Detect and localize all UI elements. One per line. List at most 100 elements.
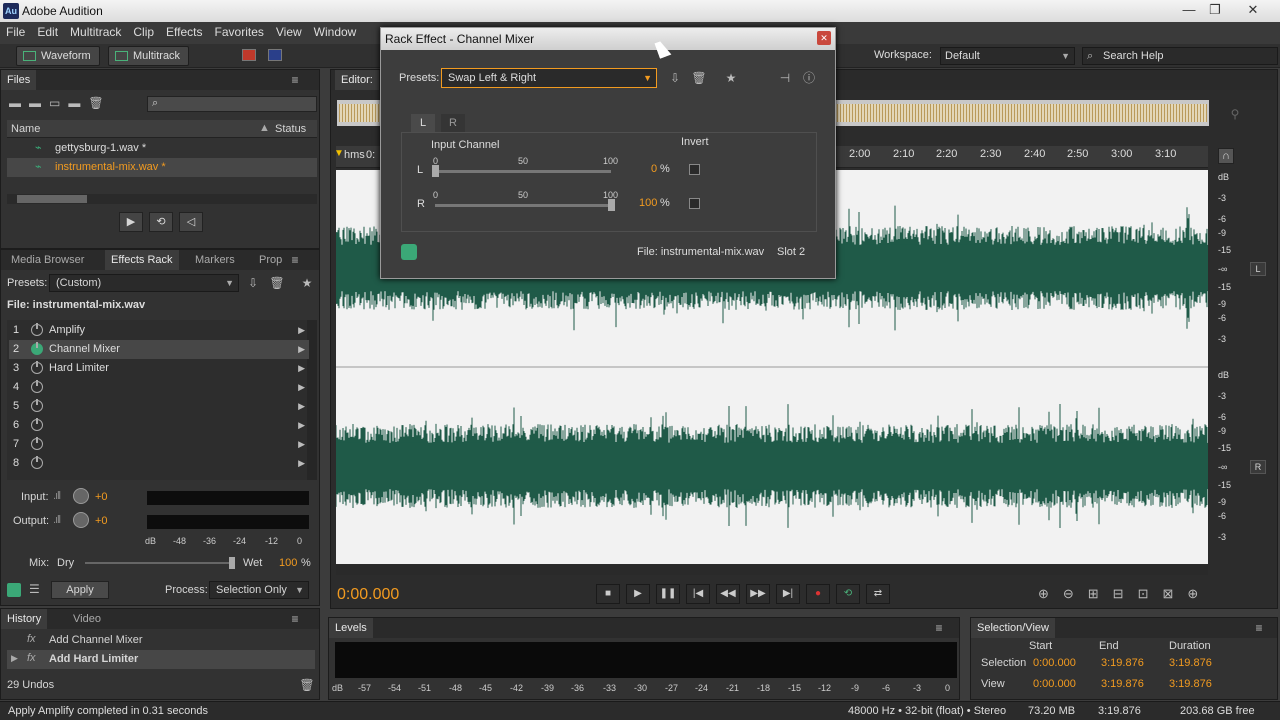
- files-search-input[interactable]: ⌕: [147, 96, 317, 112]
- menu-effects[interactable]: Effects: [160, 22, 208, 42]
- delete-preset-icon[interactable]: 🗑: [269, 275, 285, 291]
- output-knob[interactable]: [73, 512, 89, 528]
- tab-selection-view[interactable]: Selection/View: [971, 618, 1055, 638]
- effect-slot-1[interactable]: 1 Amplify ▶: [9, 321, 309, 340]
- slider-r-track[interactable]: [435, 199, 615, 211]
- chevron-right-icon[interactable]: ▶: [298, 359, 305, 378]
- history-item[interactable]: ▶ fx Add Hard Limiter: [7, 650, 315, 669]
- panel-menu-icon[interactable]: ≡: [931, 620, 947, 636]
- slider-l-track[interactable]: [432, 165, 611, 177]
- power-icon[interactable]: [31, 361, 43, 374]
- chevron-right-icon[interactable]: ▶: [298, 321, 305, 340]
- editor-scrollbar[interactable]: [336, 565, 1208, 575]
- playhead-icon[interactable]: ▼: [334, 148, 344, 159]
- chevron-right-icon[interactable]: ▶: [298, 397, 305, 416]
- view-start[interactable]: 0:00.000: [1033, 678, 1076, 690]
- effect-slot-7[interactable]: 7 ▶: [9, 435, 309, 454]
- selection-duration[interactable]: 3:19.876: [1169, 657, 1212, 669]
- favorite-star-icon[interactable]: ★: [723, 70, 739, 86]
- mix-slider[interactable]: [85, 557, 235, 569]
- chevron-right-icon[interactable]: ▶: [298, 435, 305, 454]
- menu-window[interactable]: Window: [308, 22, 363, 42]
- tab-media-browser[interactable]: Media Browser: [5, 250, 90, 270]
- selection-end[interactable]: 3:19.876: [1101, 657, 1144, 669]
- search-help-input[interactable]: ⌕ Search Help: [1082, 47, 1278, 65]
- menu-multitrack[interactable]: Multitrack: [64, 22, 127, 42]
- power-icon[interactable]: [31, 380, 43, 393]
- power-icon[interactable]: [31, 418, 43, 431]
- save-preset-icon[interactable]: ⇩: [245, 275, 261, 291]
- expand-icon[interactable]: ▶: [11, 653, 18, 664]
- slider-r-value[interactable]: 100: [639, 197, 657, 209]
- play-button[interactable]: ▶: [626, 584, 650, 604]
- sort-up-icon[interactable]: ▲: [259, 122, 270, 134]
- maximize-button[interactable]: ❐: [1202, 1, 1228, 19]
- power-icon[interactable]: [31, 342, 43, 355]
- trash-icon[interactable]: 🗑: [299, 677, 315, 693]
- previous-button[interactable]: |◀: [686, 584, 710, 604]
- panel-menu-icon[interactable]: ≡: [287, 72, 303, 88]
- record-button[interactable]: ●: [806, 584, 830, 604]
- rewind-button[interactable]: ◀◀: [716, 584, 740, 604]
- chevron-right-icon[interactable]: ▶: [298, 340, 305, 359]
- channel-l-toggle[interactable]: L: [1250, 262, 1266, 276]
- view-duration[interactable]: 3:19.876: [1169, 678, 1212, 690]
- list-item[interactable]: ⌁ instrumental-mix.wav *: [7, 158, 317, 177]
- effect-slot-5[interactable]: 5 ▶: [9, 397, 309, 416]
- menu-view[interactable]: View: [270, 22, 308, 42]
- workspace-select[interactable]: Default ▼: [940, 47, 1075, 65]
- list-item[interactable]: ⌁ gettysburg-1.wav *: [7, 139, 317, 158]
- effect-slot-8[interactable]: 8 ▶: [9, 454, 309, 473]
- input-knob[interactable]: [73, 488, 89, 504]
- tab-files[interactable]: Files: [1, 70, 37, 90]
- tab-history[interactable]: History: [1, 609, 48, 629]
- presets-select[interactable]: (Custom) ▼: [49, 274, 239, 292]
- routing-icon[interactable]: ⊣: [777, 70, 793, 86]
- list-icon[interactable]: ☰: [29, 582, 40, 596]
- zoom-icon[interactable]: ⚲: [1227, 106, 1243, 122]
- slider-l-value[interactable]: 0: [651, 163, 657, 175]
- play-button[interactable]: ▶: [119, 212, 143, 232]
- files-toolbar-icons[interactable]: ▬▬▭▬🗑: [9, 96, 159, 112]
- dialog-presets-select[interactable]: Swap Left & Right ▼: [441, 68, 657, 88]
- tab-video[interactable]: Video: [67, 609, 107, 629]
- channel-r-toggle[interactable]: R: [1250, 460, 1266, 474]
- tab-channel-r[interactable]: R: [441, 114, 465, 132]
- panel-menu-icon[interactable]: ≡: [1251, 620, 1267, 636]
- panel-menu-icon[interactable]: ≡: [287, 252, 303, 268]
- effect-slot-2[interactable]: 2 Channel Mixer ▶: [9, 340, 309, 359]
- power-icon[interactable]: [31, 399, 43, 412]
- rack-power-icon[interactable]: [7, 583, 21, 597]
- effect-slot-3[interactable]: 3 Hard Limiter ▶: [9, 359, 309, 378]
- next-button[interactable]: ▶|: [776, 584, 800, 604]
- menu-edit[interactable]: Edit: [31, 22, 64, 42]
- autoplay-button[interactable]: ◁: [179, 212, 203, 232]
- invert-r-checkbox[interactable]: [689, 198, 700, 209]
- tab-markers[interactable]: Markers: [189, 250, 241, 270]
- output-value[interactable]: +0: [95, 515, 108, 527]
- input-value[interactable]: +0: [95, 491, 108, 503]
- spectral-frequency-icon[interactable]: [242, 49, 256, 61]
- tab-properties[interactable]: Prop: [253, 250, 288, 270]
- col-name[interactable]: Name: [11, 123, 40, 135]
- col-status[interactable]: Status: [275, 123, 306, 135]
- headphones-icon[interactable]: ∩: [1218, 148, 1234, 164]
- effect-slot-6[interactable]: 6 ▶: [9, 416, 309, 435]
- slider-l-thumb[interactable]: [432, 165, 439, 177]
- selection-start[interactable]: 0:00.000: [1033, 657, 1076, 669]
- close-window-button[interactable]: ✕: [1240, 1, 1266, 19]
- save-preset-icon[interactable]: ⇩: [667, 70, 683, 86]
- spectral-pitch-icon[interactable]: [268, 49, 282, 61]
- close-icon[interactable]: ✕: [817, 31, 831, 45]
- chevron-right-icon[interactable]: ▶: [298, 454, 305, 473]
- info-icon[interactable]: ⓘ: [801, 70, 817, 86]
- process-select[interactable]: Selection Only ▼: [209, 581, 309, 599]
- effect-slot-4[interactable]: 4 ▶: [9, 378, 309, 397]
- horizontal-scrollbar[interactable]: [7, 194, 317, 204]
- waveform-button[interactable]: Waveform: [16, 46, 100, 66]
- minimize-button[interactable]: —: [1176, 1, 1202, 19]
- power-icon[interactable]: [31, 323, 43, 336]
- view-end[interactable]: 3:19.876: [1101, 678, 1144, 690]
- tab-editor[interactable]: Editor:: [335, 70, 379, 90]
- chevron-right-icon[interactable]: ▶: [298, 416, 305, 435]
